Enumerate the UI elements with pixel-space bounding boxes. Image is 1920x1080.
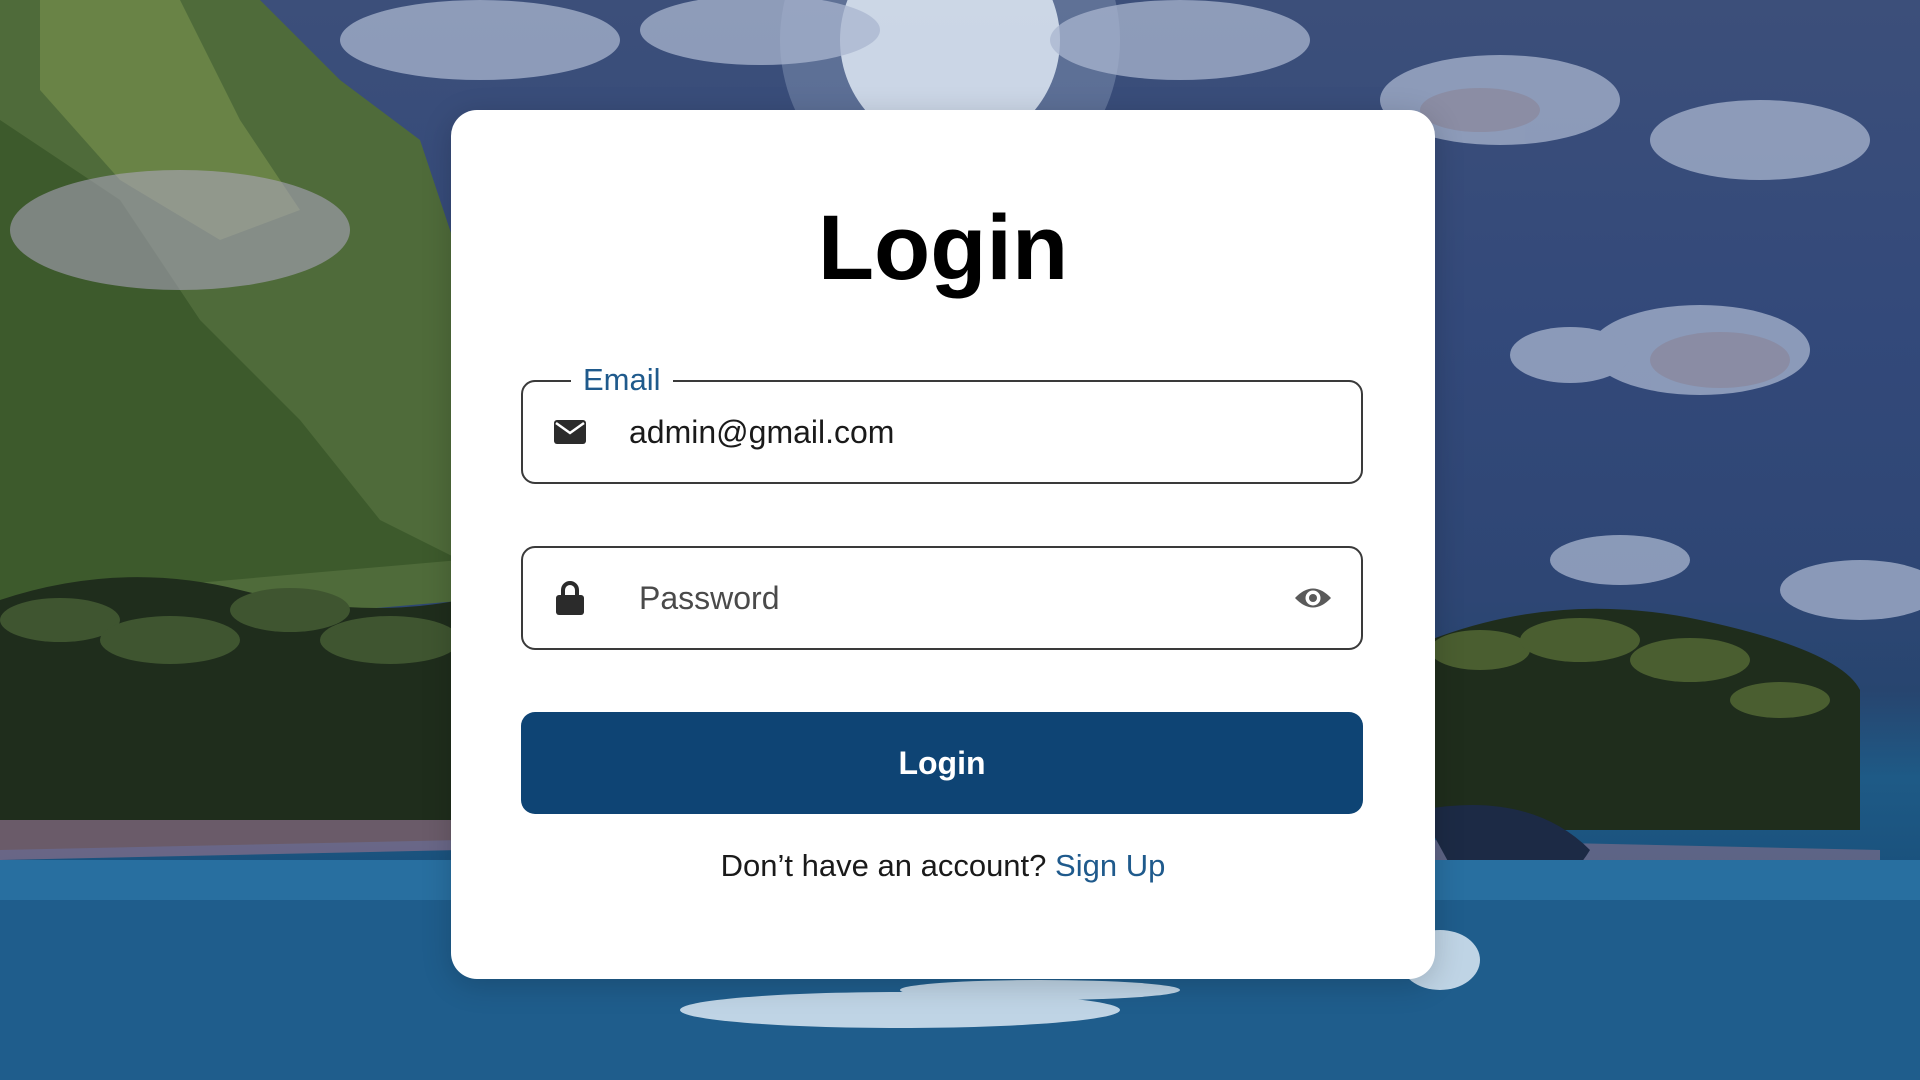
eye-icon[interactable] — [1293, 578, 1333, 618]
page-title: Login — [817, 197, 1069, 299]
password-input[interactable] — [639, 548, 1271, 648]
lock-icon — [553, 581, 587, 615]
envelope-icon — [553, 415, 587, 449]
login-card: Login Email Login Don’t ha — [451, 110, 1435, 979]
email-field-container: Email — [521, 362, 1363, 484]
signup-prompt-line: Don’t have an account? Sign Up — [451, 848, 1435, 884]
password-field-container — [521, 546, 1363, 650]
signup-link[interactable]: Sign Up — [1055, 848, 1165, 883]
email-input[interactable] — [629, 382, 1271, 482]
login-button[interactable]: Login — [521, 712, 1363, 814]
signup-prompt-text: Don’t have an account? — [720, 848, 1047, 883]
